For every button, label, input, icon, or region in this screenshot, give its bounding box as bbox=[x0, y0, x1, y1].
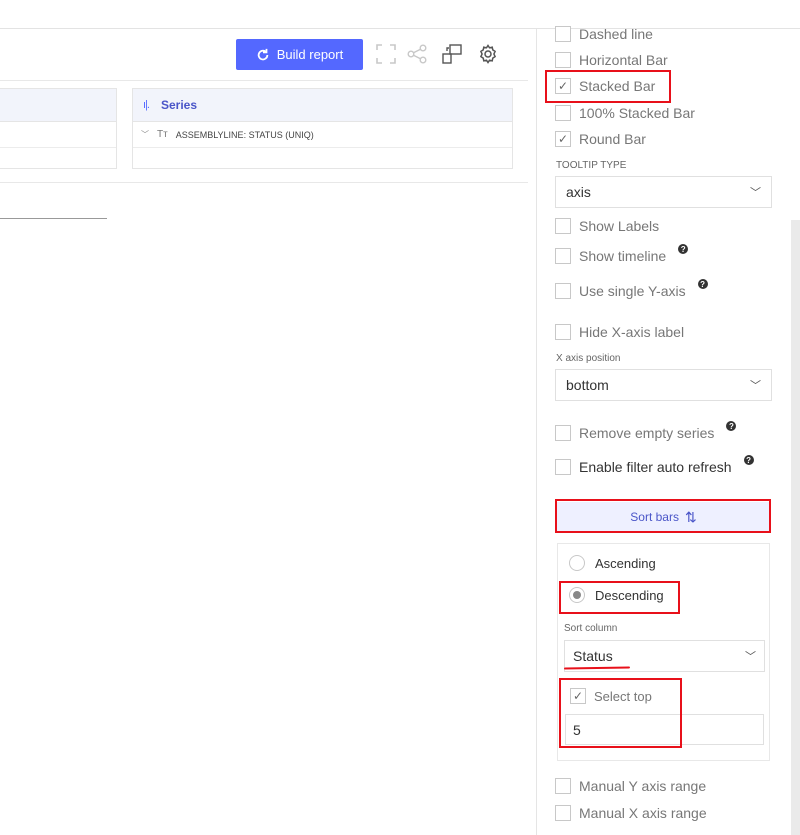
select-value: bottom bbox=[566, 377, 609, 393]
tooltip-type-label: TOOLTIP TYPE bbox=[556, 160, 627, 171]
option-label: Manual X axis range bbox=[579, 805, 707, 821]
option-single-y-axis[interactable]: Use single Y-axis ? bbox=[555, 279, 708, 299]
build-report-label: Build report bbox=[276, 47, 344, 62]
dimension-box-header bbox=[0, 89, 116, 122]
checkbox[interactable] bbox=[555, 425, 571, 441]
fullscreen-icon[interactable] bbox=[375, 43, 397, 65]
radio-dot bbox=[573, 591, 581, 599]
top-bar bbox=[0, 0, 800, 29]
radio-button-selected[interactable] bbox=[569, 587, 585, 603]
radio-label: Descending bbox=[595, 587, 664, 603]
chevron-down-icon[interactable]: ﹀ bbox=[141, 129, 149, 140]
checkbox[interactable] bbox=[555, 105, 571, 121]
refresh-icon bbox=[257, 48, 269, 60]
sort-descending-option[interactable]: Descending bbox=[569, 587, 664, 603]
option-manual-y-range[interactable]: Manual Y axis range bbox=[555, 778, 706, 794]
checkbox[interactable] bbox=[555, 218, 571, 234]
sort-ascending-option[interactable]: Ascending bbox=[569, 555, 656, 571]
checkbox[interactable] bbox=[555, 459, 571, 475]
build-report-button[interactable]: Build report bbox=[236, 39, 363, 70]
dimension-box-row bbox=[0, 122, 116, 148]
option-hide-x-axis-label[interactable]: Hide X-axis label bbox=[555, 324, 684, 340]
option-show-timeline[interactable]: Show timeline ? bbox=[555, 244, 689, 264]
option-label: Horizontal Bar bbox=[579, 52, 668, 68]
help-icon[interactable]: ? bbox=[743, 455, 754, 465]
option-label: Round Bar bbox=[579, 131, 646, 147]
sort-arrows-icon: ⇅ bbox=[684, 508, 697, 525]
checkmark-icon: ✓ bbox=[572, 689, 584, 703]
checkmark-icon: ✓ bbox=[557, 132, 569, 146]
bar-chart-icon: ı|. bbox=[143, 99, 150, 111]
option-label: Show Labels bbox=[579, 218, 660, 234]
option-label: Enable filter auto refresh bbox=[579, 459, 732, 475]
input-value: 5 bbox=[573, 721, 581, 738]
x-axis-position-label: X axis position bbox=[556, 353, 621, 364]
checkmark-icon: ✓ bbox=[557, 79, 569, 93]
help-icon[interactable]: ? bbox=[697, 279, 708, 289]
checkbox-checked[interactable]: ✓ bbox=[570, 688, 586, 704]
option-dashed-line[interactable]: Dashed line bbox=[555, 26, 653, 42]
select-top-option[interactable]: ✓ Select top bbox=[570, 688, 652, 704]
chevron-down-icon: ﹀ bbox=[750, 380, 761, 392]
dimension-box bbox=[0, 88, 117, 169]
radio-label: Ascending bbox=[595, 555, 656, 571]
radio-button[interactable] bbox=[569, 555, 585, 571]
checkbox[interactable] bbox=[555, 778, 571, 794]
checkbox[interactable] bbox=[555, 26, 571, 42]
select-top-count-input[interactable]: 5 bbox=[565, 714, 764, 745]
select-value: Status bbox=[573, 648, 613, 664]
option-label: Select top bbox=[594, 688, 652, 704]
chevron-down-icon: ﹀ bbox=[745, 651, 756, 663]
option-label: Remove empty series bbox=[579, 425, 715, 441]
report-canvas-area: Build report ı|. Series ﹀ Tт ASSEMBLYLIN… bbox=[0, 29, 537, 835]
settings-icon[interactable] bbox=[477, 43, 499, 65]
series-box: ı|. Series ﹀ Tт ASSEMBLYLINE: STATUS (UN… bbox=[132, 88, 513, 169]
copy-icon[interactable] bbox=[441, 43, 463, 65]
help-icon[interactable]: ? bbox=[678, 244, 689, 254]
checkbox[interactable] bbox=[555, 805, 571, 821]
option-label: Hide X-axis label bbox=[579, 324, 685, 340]
option-show-labels[interactable]: Show Labels bbox=[555, 218, 659, 234]
option-horizontal-bar[interactable]: Horizontal Bar bbox=[555, 52, 668, 68]
series-title: Series bbox=[160, 98, 198, 112]
help-icon[interactable]: ? bbox=[726, 421, 737, 431]
option-label: Dashed line bbox=[579, 26, 653, 42]
sort-bars-button[interactable]: Sort bars ⇅ bbox=[557, 502, 770, 532]
panel-scrollbar[interactable] bbox=[791, 220, 800, 835]
option-round-bar[interactable]: ✓ Round Bar bbox=[555, 131, 646, 147]
sort-bars-label: Sort bars bbox=[630, 510, 679, 524]
checkbox[interactable] bbox=[555, 52, 571, 68]
checkbox[interactable] bbox=[555, 324, 571, 340]
option-label: Use single Y-axis bbox=[579, 283, 686, 299]
series-field-row[interactable]: ﹀ Tт ASSEMBLYLINE: STATUS (UNIQ) bbox=[133, 122, 512, 148]
option-label: Stacked Bar bbox=[579, 78, 656, 94]
option-filter-auto-refresh[interactable]: Enable filter auto refresh ? bbox=[555, 455, 754, 475]
checkbox-checked[interactable]: ✓ bbox=[555, 78, 571, 94]
x-axis-position-select[interactable]: bottom ﹀ bbox=[555, 369, 772, 401]
share-icon[interactable] bbox=[406, 43, 428, 65]
tooltip-type-select[interactable]: axis ﹀ bbox=[555, 176, 772, 208]
input-underline bbox=[0, 218, 107, 219]
option-label: Manual Y axis range bbox=[579, 778, 707, 794]
series-box-header: ı|. Series bbox=[133, 89, 512, 122]
option-label: Show timeline bbox=[579, 248, 667, 264]
divider bbox=[0, 182, 528, 183]
series-field-label: ASSEMBLYLINE: STATUS (UNIQ) bbox=[175, 129, 314, 140]
option-label: 100% Stacked Bar bbox=[579, 105, 695, 121]
option-100-stacked-bar[interactable]: 100% Stacked Bar bbox=[555, 105, 695, 121]
checkbox-checked[interactable]: ✓ bbox=[555, 131, 571, 147]
text-type-icon: Tт bbox=[157, 129, 168, 140]
option-stacked-bar[interactable]: ✓ Stacked Bar bbox=[555, 78, 655, 94]
option-remove-empty-series[interactable]: Remove empty series ? bbox=[555, 421, 737, 441]
checkbox[interactable] bbox=[555, 248, 571, 264]
sort-column-label: Sort column bbox=[564, 623, 618, 634]
select-value: axis bbox=[566, 184, 591, 200]
divider bbox=[0, 80, 528, 81]
option-manual-x-range[interactable]: Manual X axis range bbox=[555, 805, 707, 821]
chevron-down-icon: ﹀ bbox=[750, 187, 761, 199]
checkbox[interactable] bbox=[555, 283, 571, 299]
